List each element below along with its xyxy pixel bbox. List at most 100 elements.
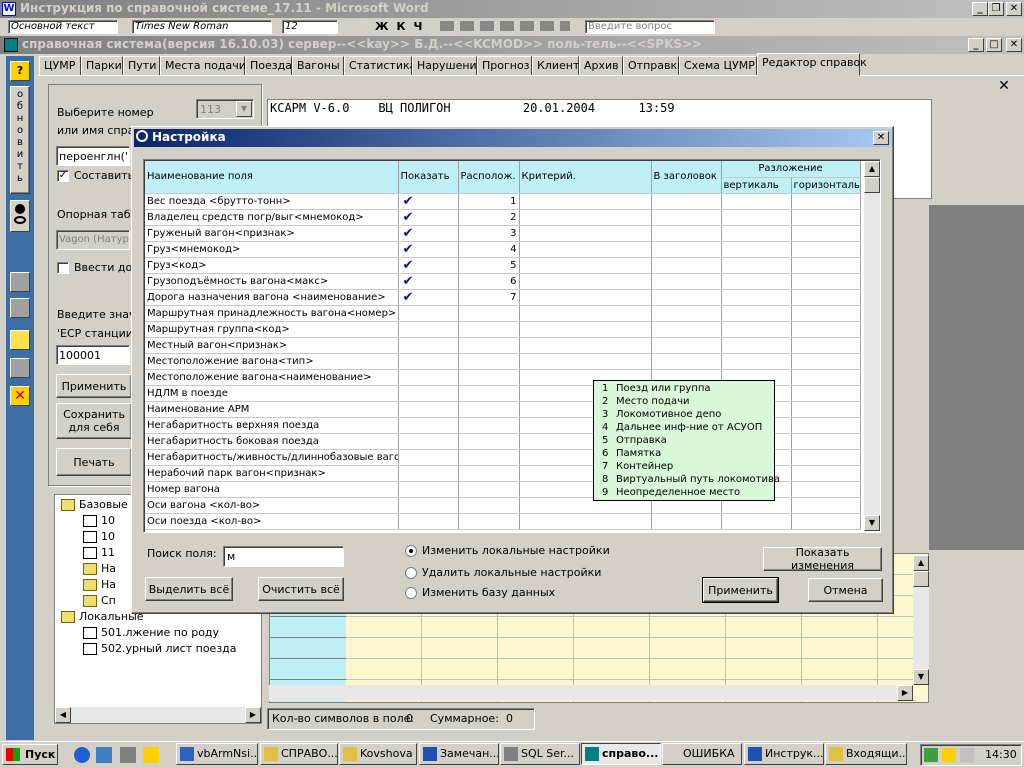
field-pos-cell[interactable] xyxy=(458,353,520,370)
field-show-cell[interactable]: ✔ xyxy=(398,193,459,210)
field-name-cell[interactable]: Оси поезда <кол-во> xyxy=(145,513,399,530)
field-row[interactable]: Вес поезда <брутто-тонн> ✔ 1 xyxy=(145,193,861,210)
field-show-cell[interactable] xyxy=(398,353,459,370)
field-pos-cell[interactable] xyxy=(458,385,520,402)
style-dropdown[interactable]: Основной текст xyxy=(8,20,118,34)
field-name-cell[interactable]: Негабаритность верхняя поезда xyxy=(145,417,399,434)
tab-2[interactable]: Парки xyxy=(81,56,123,76)
task-button[interactable]: Замечан... xyxy=(419,743,499,765)
field-head-cell[interactable] xyxy=(651,513,722,530)
scroll-down-icon[interactable]: ▼ xyxy=(864,515,880,531)
field-horiz-cell[interactable] xyxy=(791,209,861,226)
tree-node[interactable]: 11 xyxy=(83,546,115,562)
field-name-cell[interactable]: Владелец средств погр/выг<мнемокод> xyxy=(145,209,399,226)
font-dropdown[interactable]: Times New Roman xyxy=(132,20,272,34)
field-show-cell[interactable] xyxy=(398,465,459,482)
field-row[interactable]: Оси поезда <кол-во> xyxy=(145,513,861,530)
field-head-cell[interactable] xyxy=(651,193,722,210)
field-crit-cell[interactable] xyxy=(519,353,652,370)
tree-node[interactable]: На xyxy=(83,562,116,578)
field-horiz-cell[interactable] xyxy=(791,433,861,450)
field-crit-cell[interactable] xyxy=(519,321,652,338)
field-pos-cell[interactable]: 5 xyxy=(458,257,520,274)
field-name-cell[interactable]: Негабаритность/живность/длиннобазовые ва… xyxy=(145,449,399,466)
panel-close-icon[interactable]: ✕ xyxy=(996,78,1012,94)
grid-vertical-scrollbar[interactable]: ▲ ▼ xyxy=(913,555,929,685)
field-horiz-cell[interactable] xyxy=(791,497,861,514)
field-crit-cell[interactable] xyxy=(519,273,652,290)
field-name-cell[interactable]: Негабаритность боковая поезда xyxy=(145,433,399,450)
report-number-select[interactable]: 113 ▼ xyxy=(196,99,254,119)
radio-change-local[interactable] xyxy=(405,545,417,557)
field-row[interactable]: Груз<мнемокод> ✔ 4 xyxy=(145,241,861,258)
location-option[interactable]: 1 Поезд или группа xyxy=(602,382,774,395)
tree-node[interactable]: 501.лжение по роду xyxy=(83,626,219,642)
tree-node[interactable]: 10 xyxy=(83,530,115,546)
tab-4[interactable]: Места подачи xyxy=(160,56,246,76)
tree-node[interactable]: Сп xyxy=(83,594,116,610)
scroll-right-icon[interactable]: ▶ xyxy=(897,685,913,701)
field-horiz-cell[interactable] xyxy=(791,385,861,402)
field-name-cell[interactable]: Местный вагон<признак> xyxy=(145,337,399,354)
word-restore-button[interactable]: ❐ xyxy=(988,2,1004,16)
field-name-cell[interactable]: Маршрутная принадлежность вагона<номер> xyxy=(145,305,399,322)
location-option[interactable]: 3 Локомотивное депо xyxy=(602,408,774,421)
field-pos-cell[interactable]: 7 xyxy=(458,289,520,306)
field-pos-cell[interactable] xyxy=(458,401,520,418)
field-head-cell[interactable] xyxy=(651,273,722,290)
search-field-input[interactable]: м xyxy=(223,546,344,567)
show-changes-button[interactable]: Показать изменения xyxy=(763,546,882,572)
quicklaunch-outlook-icon[interactable] xyxy=(96,747,112,763)
field-crit-cell[interactable] xyxy=(519,193,652,210)
field-vert-cell[interactable] xyxy=(721,257,792,274)
quicklaunch-tool-icon[interactable] xyxy=(143,747,159,763)
col-title-header[interactable]: В заголовок xyxy=(651,161,722,194)
field-crit-cell[interactable] xyxy=(519,513,652,530)
tab-8[interactable]: Нарушения xyxy=(412,56,483,76)
field-row[interactable]: Местный вагон<признак> xyxy=(145,337,861,354)
dialog-close-button[interactable]: ✕ xyxy=(873,131,889,145)
field-pos-cell[interactable]: 3 xyxy=(458,225,520,242)
tab-11[interactable]: Архив xyxy=(579,56,623,76)
tree-node[interactable]: Базовые xyxy=(61,498,128,514)
field-vert-cell[interactable] xyxy=(721,209,792,226)
fields-vertical-scrollbar[interactable]: ▲ ▼ xyxy=(864,161,880,531)
quicklaunch-home-icon[interactable] xyxy=(120,747,136,763)
field-show-cell[interactable]: ✔ xyxy=(398,209,459,226)
field-name-cell[interactable]: Вес поезда <брутто-тонн> xyxy=(145,193,399,210)
field-head-cell[interactable] xyxy=(651,225,722,242)
field-horiz-cell[interactable] xyxy=(791,353,861,370)
field-pos-cell[interactable] xyxy=(458,481,520,498)
field-show-cell[interactable]: ✔ xyxy=(398,257,459,274)
location-option[interactable]: 6 Памятка xyxy=(602,447,774,460)
dialog-apply-button[interactable]: Применить xyxy=(702,577,779,603)
field-show-cell[interactable]: ✔ xyxy=(398,289,459,306)
field-name-cell[interactable]: Местоположение вагона<тип> xyxy=(145,353,399,370)
save-for-self-button[interactable]: Сохранить для себя xyxy=(56,403,132,439)
field-name-cell[interactable]: Груз<код> xyxy=(145,257,399,274)
tab-9[interactable]: Прогноз xyxy=(477,56,532,76)
field-crit-cell[interactable] xyxy=(519,241,652,258)
task-button[interactable]: ОШИБКА xyxy=(662,743,742,765)
location-option[interactable]: 2 Место подачи xyxy=(602,395,774,408)
scroll-right-icon[interactable]: ▶ xyxy=(245,707,261,723)
field-name-cell[interactable]: Оси вагона <кол-во> xyxy=(145,497,399,514)
blank-icon-button[interactable] xyxy=(10,358,30,378)
col-vertical-header[interactable]: вертикаль xyxy=(721,177,792,194)
word-minimize-button[interactable]: _ xyxy=(972,2,988,16)
field-horiz-cell[interactable] xyxy=(791,225,861,242)
field-horiz-cell[interactable] xyxy=(791,417,861,434)
field-horiz-cell[interactable] xyxy=(791,305,861,322)
field-show-cell[interactable] xyxy=(398,449,459,466)
field-horiz-cell[interactable] xyxy=(791,401,861,418)
field-pos-cell[interactable] xyxy=(458,369,520,386)
field-show-cell[interactable]: ✔ xyxy=(398,225,459,242)
field-head-cell[interactable] xyxy=(651,289,722,306)
field-row[interactable]: Маршрутная группа<код> xyxy=(145,321,861,338)
field-row[interactable]: Грузоподъёмность вагона<макс> ✔ 6 xyxy=(145,273,861,290)
edit-icon-button[interactable] xyxy=(10,272,30,292)
field-head-cell[interactable] xyxy=(651,241,722,258)
field-pos-cell[interactable] xyxy=(458,433,520,450)
help-button[interactable]: ? xyxy=(10,61,30,81)
select-all-button[interactable]: Выделить всё xyxy=(145,577,233,601)
